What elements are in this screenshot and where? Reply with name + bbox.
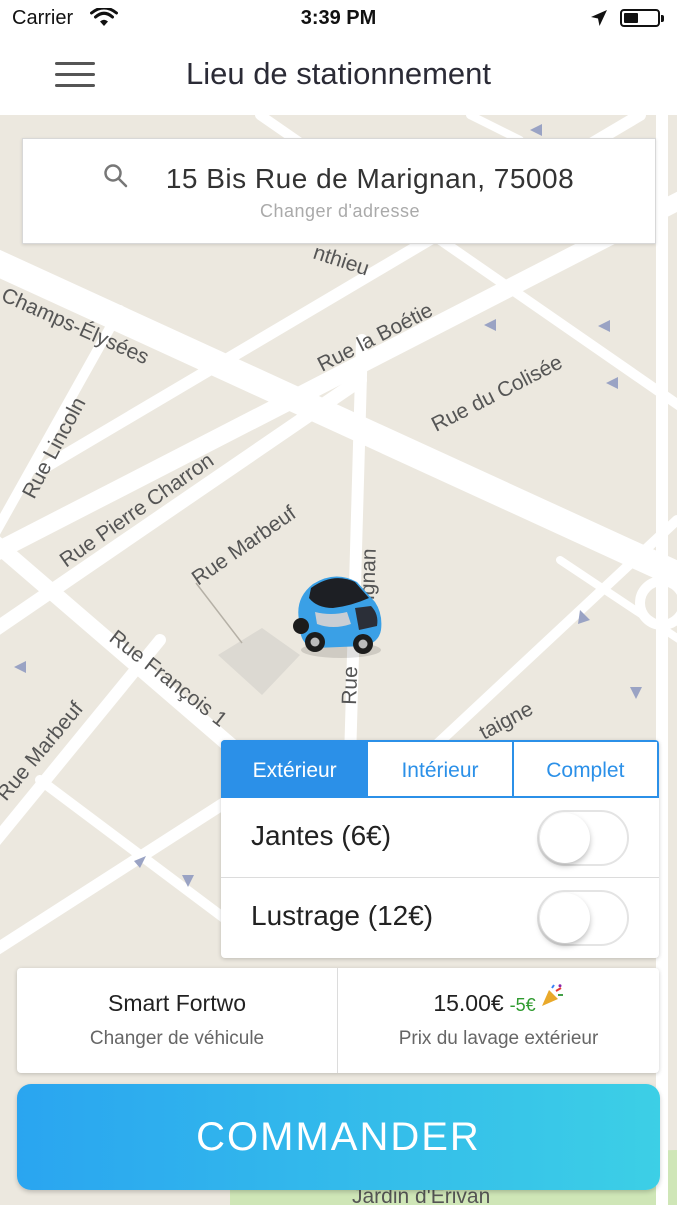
- jantes-toggle[interactable]: [537, 810, 629, 866]
- street-label: Rue du Colisée: [428, 351, 566, 437]
- status-bar: Carrier 3:39 PM: [0, 0, 677, 38]
- car-marker-icon: [293, 576, 382, 658]
- option-row-jantes: Jantes (6€): [221, 798, 659, 877]
- order-summary-card: Smart Fortwo Changer de véhicule 15.00€ -…: [17, 968, 659, 1073]
- street-label: Rue Marbeuf: [188, 502, 301, 591]
- address-value: 15 Bis Rue de Marignan, 75008: [165, 163, 575, 194]
- page-title: Lieu de stationnement: [185, 56, 492, 91]
- tab-exterieur[interactable]: Extérieur: [221, 740, 369, 798]
- price-value: 15.00€: [433, 990, 504, 1016]
- address-card[interactable]: 15 Bis Rue de Marignan, 75008 Changer d'…: [22, 138, 656, 244]
- vehicle-name: Smart Fortwo: [107, 990, 247, 1016]
- wash-type-tabs: Extérieur Intérieur Complet: [221, 740, 659, 798]
- price-display: 15.00€ -5€ Prix du lavage extérieur: [338, 968, 659, 1073]
- lustrage-toggle[interactable]: [537, 890, 629, 946]
- status-time: 3:39 PM: [300, 7, 377, 29]
- tab-complet[interactable]: Complet: [513, 740, 659, 798]
- vehicle-selector[interactable]: Smart Fortwo Changer de véhicule: [17, 968, 337, 1073]
- change-vehicle-label: Changer de véhicule: [89, 1028, 265, 1049]
- order-button[interactable]: COMMANDER: [17, 1084, 660, 1190]
- street-label: nthieu: [310, 241, 372, 281]
- option-label: Jantes (6€): [251, 820, 392, 851]
- change-address-link[interactable]: Changer d'adresse: [23, 201, 657, 222]
- nav-bar: Lieu de stationnement: [0, 38, 677, 115]
- option-label: Lustrage (12€): [251, 900, 434, 931]
- tab-interieur[interactable]: Intérieur: [368, 740, 514, 798]
- party-popper-icon: [541, 984, 563, 1006]
- discount-badge: -5€: [509, 995, 536, 1015]
- price-caption: Prix du lavage extérieur: [398, 1028, 599, 1049]
- price-line: 15.00€ -5€: [338, 984, 659, 1017]
- location-arrow-icon: [591, 10, 607, 26]
- option-row-lustrage: Lustrage (12€): [221, 878, 659, 957]
- wash-options-card: Extérieur Intérieur Complet Jantes (6€) …: [221, 740, 659, 958]
- street-label: Rue: [338, 666, 362, 705]
- battery-icon: [620, 9, 664, 27]
